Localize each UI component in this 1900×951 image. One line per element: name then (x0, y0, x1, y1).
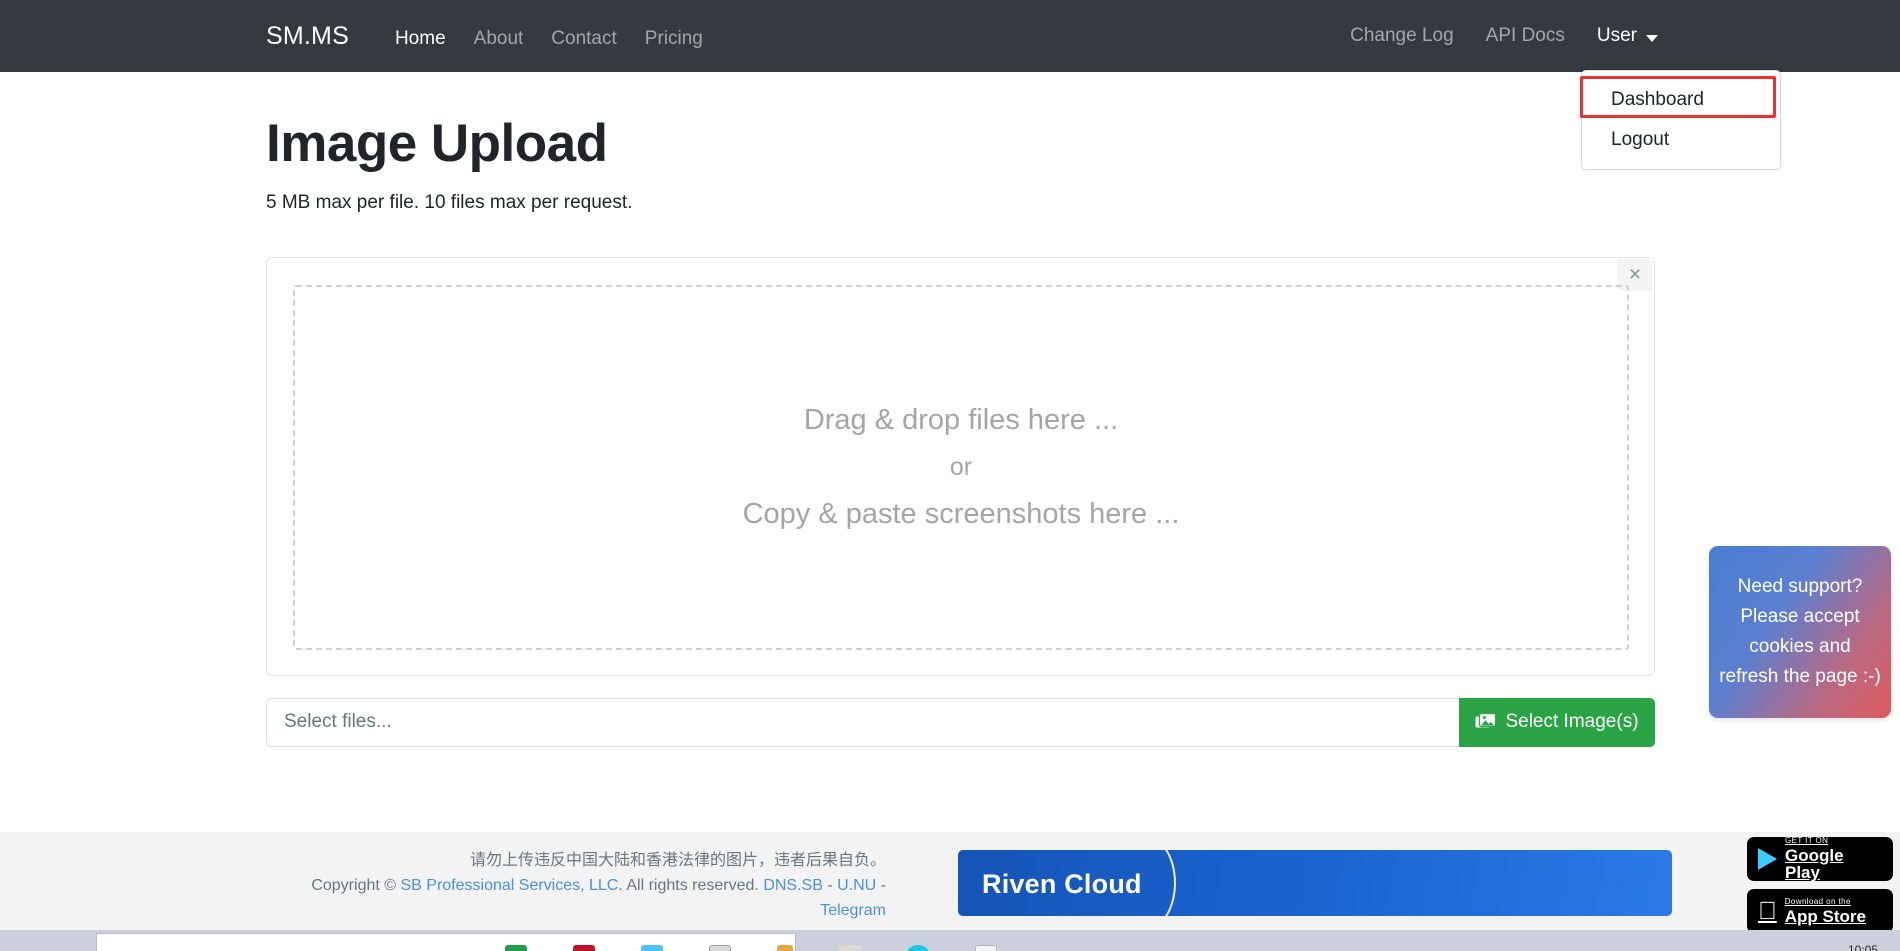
taskbar-icon-group (505, 945, 997, 951)
apple-icon:  (1758, 898, 1777, 924)
footer-separator-1: - (822, 877, 838, 894)
app-store-text: Download on the App Store (1766, 896, 1866, 926)
footer-notice: 请勿上传违反中国大陆和香港法律的图片，违者后果自负。 (469, 852, 886, 869)
footer-link-unu[interactable]: U.NU (837, 877, 876, 894)
page-title: Image Upload (266, 114, 608, 173)
footer-link-company[interactable]: SB Professional Services, LLC (400, 877, 618, 894)
navbar-right-group: Change Log API Docs User (1334, 25, 1668, 47)
select-images-button[interactable]: Select Image(s) (1459, 697, 1655, 747)
nav-link-contact[interactable]: Contact (537, 28, 630, 50)
file-select-row: Select files... Select Image(s) (266, 697, 1655, 747)
taskbar-icon-white[interactable] (975, 945, 997, 951)
footer-link-telegram[interactable]: Telegram (820, 902, 886, 919)
main-container: Image Upload 5 MB max per file. 10 files… (266, 72, 1655, 747)
google-play-icon (1758, 848, 1777, 870)
images-icon (1475, 712, 1497, 732)
taskbar-icon-blue[interactable] (641, 945, 663, 951)
select-images-label: Select Image(s) (1505, 711, 1639, 733)
riven-arc-decoration (1116, 850, 1176, 916)
footer-copyright-line: Copyright © SB Professional Services, LL… (266, 873, 886, 923)
google-play-small-label: GET IT ON (1785, 836, 1829, 845)
user-menu-toggle[interactable]: User (1581, 25, 1668, 47)
upload-card: × Drag & drop files here ... or Copy & p… (266, 256, 1655, 676)
dropzone-line-3: Copy & paste screenshots here ... (742, 497, 1180, 530)
support-widget[interactable]: Need support? Please accept cookies and … (1709, 546, 1891, 718)
nav-link-pricing[interactable]: Pricing (631, 28, 717, 50)
os-taskbar: 10:05 (0, 930, 1900, 951)
google-play-big-label: Google Play (1785, 846, 1844, 882)
nav-link-api-docs[interactable]: API Docs (1470, 25, 1581, 47)
nav-link-about[interactable]: About (460, 28, 538, 50)
nav-link-home[interactable]: Home (381, 28, 460, 50)
rights-text: . All rights reserved. (618, 877, 764, 894)
primary-nav: Home About Contact Pricing (381, 28, 717, 50)
footer-link-dnssb[interactable]: DNS.SB (763, 877, 823, 894)
dropzone-line-2: or (949, 452, 973, 481)
support-widget-text: Need support? Please accept cookies and … (1719, 576, 1881, 687)
top-navbar: SM.MS Home About Contact Pricing Change … (0, 0, 1900, 72)
file-path-input[interactable]: Select files... (266, 697, 1459, 747)
app-store-small-label: Download on the (1766, 896, 1851, 906)
page-subtitle: 5 MB max per file. 10 files max per requ… (266, 191, 633, 213)
footer-text-block: 请勿上传违反中国大陆和香港法律的图片，违者后果自负。 Copyright © S… (266, 848, 886, 923)
taskbar-icon-red[interactable] (573, 945, 595, 951)
footer-separator-2: - (876, 877, 886, 894)
taskbar-icon-green[interactable] (505, 945, 527, 951)
brand-logo[interactable]: SM.MS (266, 22, 349, 51)
dropzone-line-1: Drag & drop files here ... (803, 403, 1119, 436)
navbar-left-group: SM.MS Home About Contact Pricing (266, 22, 717, 51)
app-store-big-label: App Store (1766, 906, 1866, 926)
riven-cloud-banner[interactable]: Riven Cloud (958, 850, 1672, 916)
taskbar-icon-orange[interactable] (777, 945, 793, 951)
google-play-text: GET IT ON Google Play (1785, 836, 1882, 882)
store-badges: GET IT ON Google Play  Download on the … (1747, 837, 1893, 933)
taskbar-icon-gray[interactable] (709, 945, 731, 951)
google-play-badge[interactable]: GET IT ON Google Play (1747, 837, 1893, 881)
nav-link-change-log[interactable]: Change Log (1334, 25, 1470, 47)
file-dropzone[interactable]: Drag & drop files here ... or Copy & pas… (293, 284, 1629, 650)
taskbar-clock: 10:05 (1847, 943, 1878, 951)
app-store-badge[interactable]:  Download on the App Store (1747, 889, 1893, 933)
dropdown-item-logout[interactable]: Logout (1582, 120, 1780, 160)
copyright-prefix: Copyright © (311, 877, 401, 894)
chevron-down-icon (1646, 34, 1658, 42)
taskbar-icon-cyan[interactable] (907, 945, 929, 951)
user-dropdown-menu: Dashboard Logout (1581, 70, 1781, 170)
user-menu-label: User (1596, 25, 1637, 46)
dropdown-item-dashboard[interactable]: Dashboard (1582, 80, 1780, 120)
taskbar-icon-folder[interactable] (839, 945, 861, 951)
